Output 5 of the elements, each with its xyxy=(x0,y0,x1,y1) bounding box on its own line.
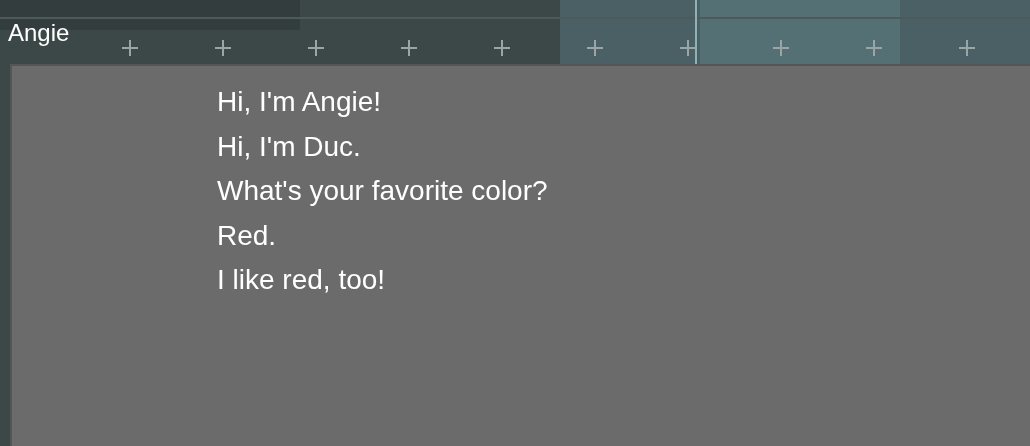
dialogue-line: Hi, I'm Duc. xyxy=(217,129,362,164)
dialogue-line: Hi, I'm Angie! xyxy=(217,85,383,119)
dialogue-line: Red. xyxy=(217,218,278,253)
dialogue-line: I like red, too! xyxy=(217,263,387,297)
dialogue-line: What's your favorite color? xyxy=(217,174,549,208)
